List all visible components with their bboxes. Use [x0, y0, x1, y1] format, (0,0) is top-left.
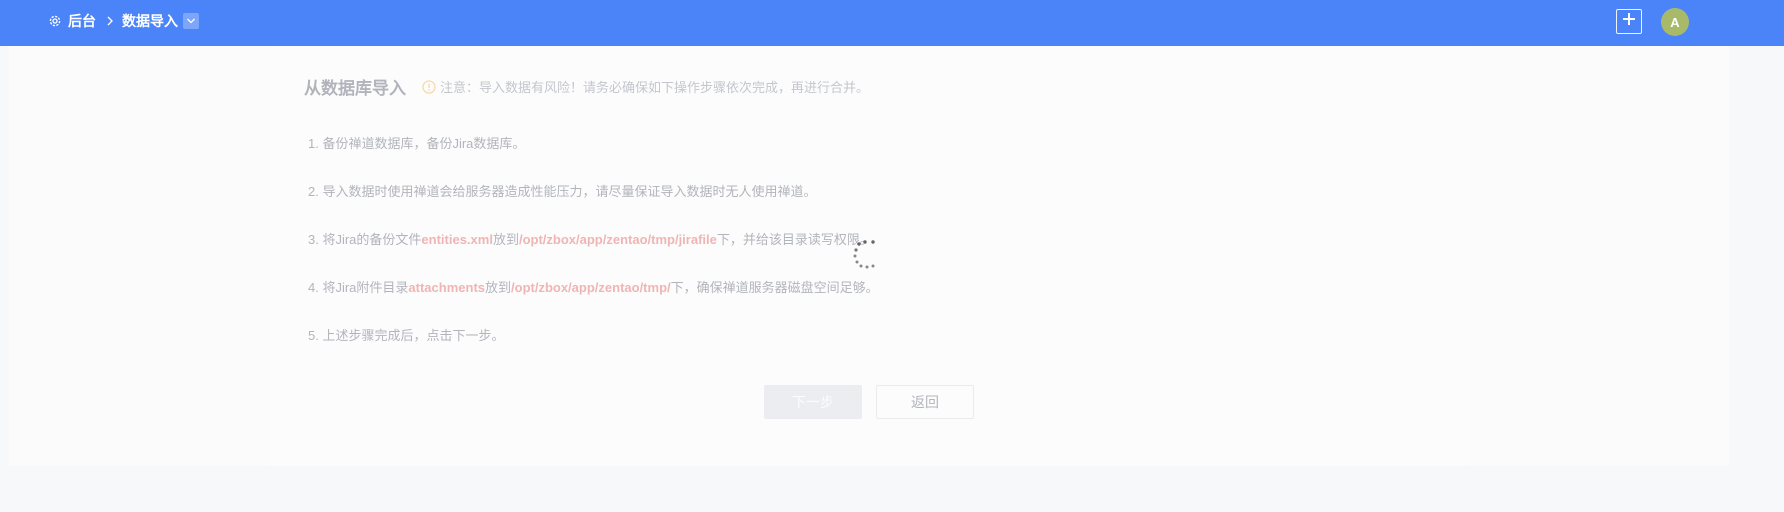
- file-name: attachments: [408, 280, 485, 295]
- add-button[interactable]: [1616, 9, 1642, 34]
- step-number: 3.: [308, 232, 319, 247]
- list-item: 4. 将Jira附件目录attachments放到/opt/zbox/app/z…: [308, 280, 879, 328]
- file-name: entities.xml: [421, 232, 493, 247]
- step-text: 导入数据时使用禅道会给服务器造成性能压力，请尽量保证导入数据时无人使用禅道。: [322, 184, 817, 199]
- warning-icon: [422, 79, 436, 94]
- next-button[interactable]: 下一步: [764, 385, 862, 419]
- file-path: /opt/zbox/app/zentao/tmp/: [511, 280, 671, 295]
- step-text: 下，确保禅道服务器磁盘空间足够。: [670, 280, 879, 295]
- spinner-icon: [852, 236, 882, 272]
- step-number: 2.: [308, 184, 319, 199]
- chevron-down-icon[interactable]: [183, 13, 199, 29]
- avatar[interactable]: A: [1661, 8, 1689, 36]
- step-text: 放到: [492, 232, 519, 247]
- back-button[interactable]: 返回: [876, 385, 974, 419]
- step-text: 下，并给该目录读写权限。: [716, 232, 873, 247]
- breadcrumb: 后台 数据导入: [48, 0, 199, 42]
- step-list: 1. 备份禅道数据库，备份Jira数据库。 2. 导入数据时使用禅道会给服务器造…: [308, 136, 879, 376]
- step-number: 4.: [308, 280, 319, 295]
- plus-icon: [1621, 11, 1637, 32]
- list-item: 1. 备份禅道数据库，备份Jira数据库。: [308, 136, 879, 184]
- list-item: 3. 将Jira的备份文件entities.xml放到/opt/zbox/app…: [308, 232, 879, 280]
- warning-text: 注意：导入数据有风险！请务必确保如下操作步骤依次完成，再进行合并。: [440, 80, 870, 95]
- step-number: 5.: [308, 328, 319, 343]
- gear-icon[interactable]: [48, 14, 62, 28]
- step-text: 将Jira附件目录: [322, 280, 409, 295]
- file-path: /opt/zbox/app/zentao/tmp/jirafile: [518, 232, 717, 247]
- title-row: 从数据库导入 注意：导入数据有风险！请务必确保如下操作步骤依次完成，再进行合并。: [304, 74, 869, 99]
- top-bar: 后台 数据导入 A: [0, 0, 1784, 46]
- breadcrumb-root[interactable]: 后台: [68, 11, 96, 31]
- step-number: 1.: [308, 136, 319, 151]
- step-text: 备份禅道数据库，备份Jira数据库。: [322, 136, 526, 151]
- step-text: 将Jira的备份文件: [322, 232, 422, 247]
- breadcrumb-current: 数据导入: [122, 13, 178, 29]
- list-item: 2. 导入数据时使用禅道会给服务器造成性能压力，请尽量保证导入数据时无人使用禅道…: [308, 184, 879, 232]
- list-item: 5. 上述步骤完成后，点击下一步。: [308, 328, 879, 376]
- step-text: 上述步骤完成后，点击下一步。: [322, 328, 505, 343]
- chevron-right-icon: [106, 16, 114, 26]
- step-text: 放到: [485, 280, 512, 295]
- page-title: 从数据库导入: [304, 79, 406, 98]
